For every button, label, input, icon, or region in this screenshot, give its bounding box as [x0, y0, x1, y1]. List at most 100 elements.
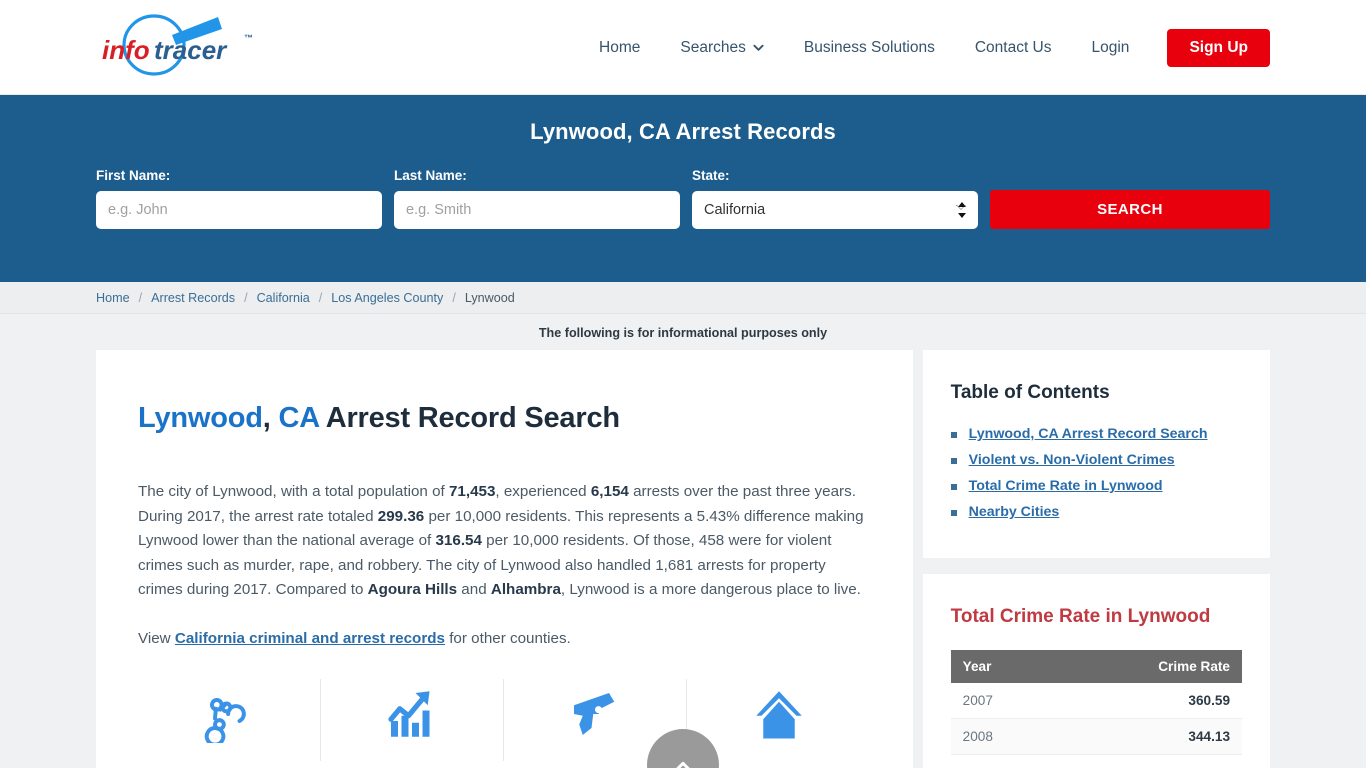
toc-link-total-crime-rate[interactable]: Total Crime Rate in Lynwood [969, 478, 1163, 494]
house-icon [756, 690, 802, 738]
view-prefix: View [138, 629, 175, 647]
p-s2: , experienced [495, 483, 591, 500]
bullet-square-icon [950, 458, 957, 464]
p-s7: , Lynwood is a more dangerous place to l… [560, 581, 861, 598]
total-crime-rate-card: Total Crime Rate in Lynwood Year Crime R… [922, 574, 1270, 768]
first-name-field-group: First Name: [96, 168, 382, 229]
breadcrumb-separator: / [318, 290, 323, 305]
crime-rate-table: Year Crime Rate 2007 360.59 2008 344.13 [950, 650, 1242, 755]
p-city-compare-1: Agoura Hills [367, 581, 458, 598]
arrest-search-form: First Name: Last Name: State: California… [0, 168, 1366, 229]
cell-rate: 360.59 [1055, 683, 1242, 719]
search-band: Lynwood, CA Arrest Records First Name: L… [0, 95, 1366, 282]
breadcrumb-separator: / [452, 290, 456, 305]
state-select-shell: California [691, 191, 978, 229]
p-s6: and [457, 581, 491, 598]
right-sidebar: Table of Contents Lynwood, CA Arrest Rec… [922, 350, 1270, 768]
breadcrumb-separator: / [244, 290, 248, 305]
state-select[interactable]: California [691, 191, 978, 229]
toc-link-arrest-record-search[interactable]: Lynwood, CA Arrest Record Search [969, 426, 1208, 442]
cell-year: 2007 [950, 683, 1056, 719]
handcuffs-icon [204, 697, 246, 743]
nav-label: Contact Us [974, 38, 1052, 56]
category-icon-row [138, 678, 871, 761]
chevron-up-icon [676, 761, 690, 768]
nav-label: Login [1091, 38, 1130, 56]
bullet-square-icon [950, 484, 957, 490]
search-submit-button[interactable]: SEARCH [989, 190, 1270, 229]
icon-cell-crime-rate[interactable] [321, 678, 505, 761]
first-name-label: First Name: [96, 168, 171, 183]
sign-up-button[interactable]: Sign Up [1167, 28, 1270, 67]
gun-icon [574, 692, 615, 735]
breadcrumb-item-home[interactable]: Home [96, 291, 130, 305]
bullet-square-icon [950, 432, 957, 438]
p-arrest-rate: 299.36 [377, 507, 425, 525]
page-wrap: Lynwood, CA Arrest Record Search The cit… [0, 350, 1366, 768]
heading-state: CA [278, 402, 320, 434]
toc-link-violent-vs-nonviolent[interactable]: Violent vs. Non-Violent Crimes [969, 452, 1175, 468]
california-records-link[interactable]: California criminal and arrest records [175, 630, 445, 647]
cell-year: 2008 [950, 718, 1056, 755]
nav-item-login[interactable]: Login [1072, 39, 1150, 57]
table-header-row: Year Crime Rate [950, 650, 1242, 683]
crime-rate-table-head: Year Crime Rate [950, 650, 1242, 683]
growth-chart-icon [388, 690, 430, 737]
view-records-line: View California criminal and arrest reco… [138, 630, 871, 647]
last-name-field-group: Last Name: [393, 168, 680, 229]
table-row: 2007 360.59 [950, 683, 1242, 719]
column-year: Year [950, 650, 1056, 683]
cell-rate: 344.13 [1055, 718, 1242, 755]
breadcrumb-item-lynwood: Lynwood [464, 290, 515, 305]
svg-text:info: info [102, 35, 150, 65]
nav-item-searches[interactable]: Searches [660, 39, 783, 57]
p-population: 71,453 [448, 483, 496, 500]
p-national-average: 316.54 [435, 532, 482, 549]
crime-rate-table-body: 2007 360.59 2008 344.13 [950, 683, 1242, 755]
breadcrumb-item-arrest-records[interactable]: Arrest Records [151, 291, 235, 305]
svg-text:tracer: tracer [154, 35, 228, 65]
informational-disclaimer: The following is for informational purpo… [538, 326, 828, 340]
toc-list-item[interactable]: Nearby Cities [950, 504, 1242, 520]
heading-rest: Arrest Record Search [318, 402, 620, 434]
toc-list-item[interactable]: Total Crime Rate in Lynwood [950, 478, 1242, 494]
toc-heading: Table of Contents [950, 382, 1110, 403]
heading-comma: , [262, 402, 279, 434]
nav-item-home[interactable]: Home [579, 39, 660, 57]
last-name-input[interactable] [393, 191, 680, 229]
first-name-input[interactable] [96, 191, 382, 229]
p-s1: The city of Lynwood, with a total popula… [138, 483, 449, 500]
heading-city: Lynwood [138, 402, 263, 434]
toc-list: Lynwood, CA Arrest Record Search Violent… [950, 426, 1242, 520]
svg-text:™: ™ [244, 33, 253, 43]
main-heading: Lynwood, CA Arrest Record Search [138, 402, 871, 435]
chevron-down-icon [753, 44, 764, 51]
main-navigation: Home Searches Business Solutions Contact… [579, 0, 1270, 95]
page-title: Lynwood, CA Arrest Records [530, 119, 836, 144]
table-row: 2008 344.13 [950, 718, 1242, 755]
column-crime-rate: Crime Rate [1055, 650, 1242, 683]
nav-label: Business Solutions [803, 38, 935, 56]
state-label: State: [691, 168, 730, 183]
breadcrumb-item-los-angeles-county[interactable]: Los Angeles County [331, 291, 443, 305]
breadcrumb-item-california[interactable]: California [257, 291, 310, 305]
site-header: info tracer ™ Home Searches Business Sol… [0, 0, 1366, 95]
logo-svg: info tracer ™ [102, 14, 253, 76]
nav-item-contact-us[interactable]: Contact Us [955, 39, 1072, 57]
nav-label: Home [599, 38, 641, 56]
crime-rate-heading: Total Crime Rate in Lynwood [950, 606, 1211, 627]
nav-item-business-solutions[interactable]: Business Solutions [784, 39, 955, 57]
view-suffix: for other counties. [444, 629, 571, 647]
icon-cell-arrests[interactable] [138, 678, 322, 761]
p-city-compare-2: Alhambra [490, 581, 561, 598]
nav-label: Searches [680, 38, 746, 56]
p-arrests: 6,154 [590, 483, 629, 500]
breadcrumb: Home / Arrest Records / California / Los… [0, 282, 1366, 314]
arrest-summary-paragraph: The city of Lynwood, with a total popula… [138, 480, 871, 603]
toc-list-item[interactable]: Violent vs. Non-Violent Crimes [950, 452, 1242, 468]
toc-list-item[interactable]: Lynwood, CA Arrest Record Search [950, 426, 1242, 442]
breadcrumb-separator: / [138, 290, 143, 305]
infotracer-logo[interactable]: info tracer ™ [96, 11, 271, 83]
toc-link-nearby-cities[interactable]: Nearby Cities [969, 504, 1060, 520]
last-name-label: Last Name: [393, 168, 467, 183]
